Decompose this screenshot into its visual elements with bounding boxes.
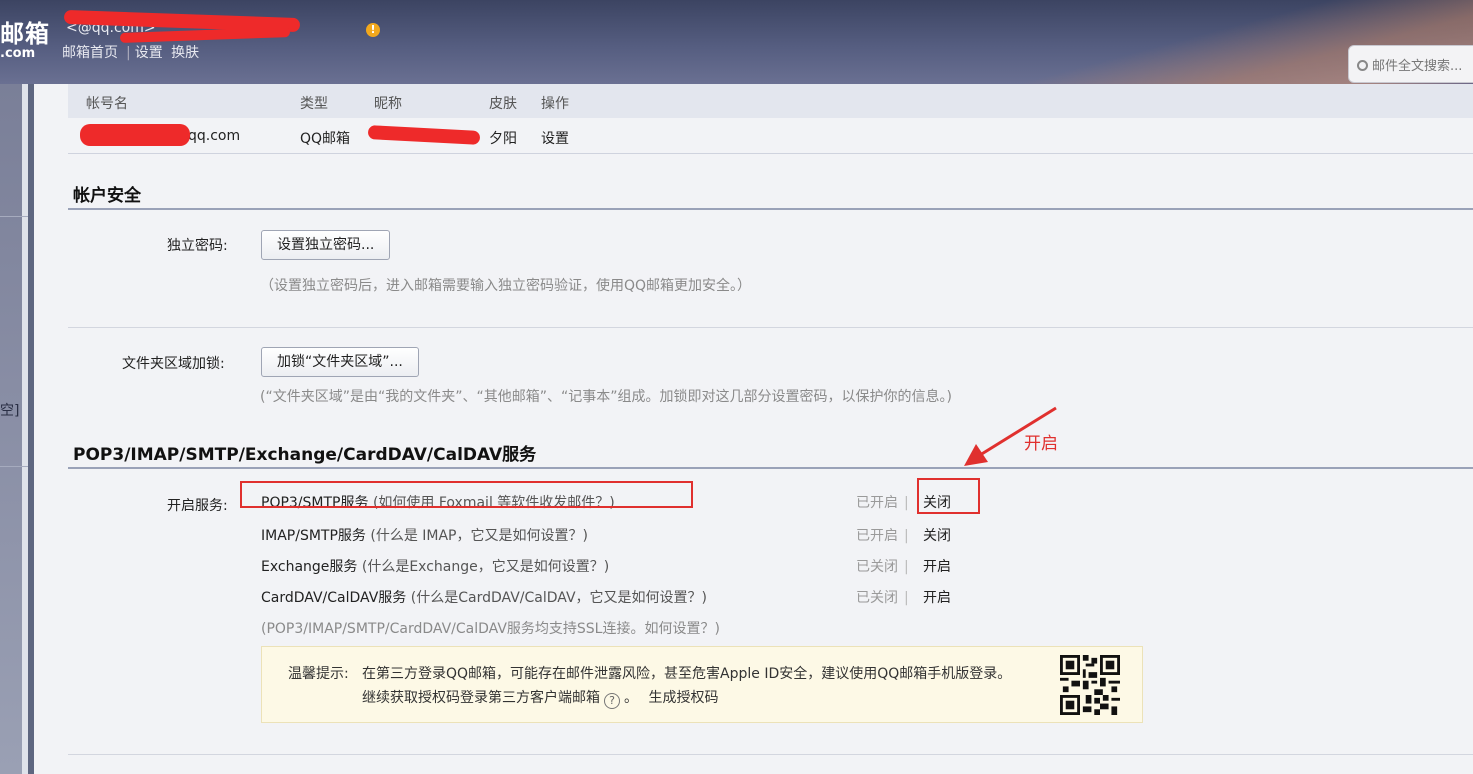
- service-exchange: Exchange服务 (什么是Exchange，它又是如何设置？): [261, 556, 609, 576]
- sidebar-divider: [0, 466, 28, 467]
- service-help-link[interactable]: (什么是CardDAV/CalDAV，它又是如何设置？): [411, 590, 707, 606]
- service-status: 已关闭 |: [856, 556, 915, 576]
- qr-code-icon: [1060, 655, 1120, 715]
- tip-line-1: 在第三方登录QQ邮箱，可能存在邮件泄露风险，甚至危害Apple ID安全，建议使…: [362, 666, 1012, 682]
- mail-search-input[interactable]: 邮件全文搜索...: [1348, 45, 1473, 83]
- top-nav: 邮箱首页 | 设置 换肤: [62, 42, 203, 62]
- service-name: CardDAV/CalDAV服务: [261, 590, 407, 606]
- folder-sidebar: 空]: [0, 84, 28, 774]
- status-text: 已开启: [856, 495, 898, 511]
- password-hint: （设置独立密码后，进入邮箱需要输入独立密码验证，使用QQ邮箱更加安全。）: [260, 278, 752, 294]
- sidebar-fragment[interactable]: 空]: [0, 400, 19, 420]
- col-skin: 皮肤: [489, 96, 517, 112]
- col-nickname: 昵称: [374, 96, 402, 112]
- status-divider: |: [904, 559, 909, 575]
- top-header: 邮箱 .com <@qq.com> ! 邮箱首页 | 设置 换肤 邮件全文搜索...: [0, 0, 1473, 84]
- exchange-toggle-link[interactable]: 开启: [923, 556, 951, 576]
- col-action: 操作: [541, 96, 569, 112]
- status-text: 已关闭: [856, 559, 898, 575]
- account-row: @qq.com QQ邮箱 夕阳 设置: [68, 118, 1473, 154]
- status-divider: |: [904, 495, 909, 511]
- account-settings-link[interactable]: 设置: [541, 128, 569, 148]
- section-divider: [68, 208, 1473, 210]
- service-carddav-caldav: CardDAV/CalDAV服务 (什么是CardDAV/CalDAV，它又是如…: [261, 587, 707, 607]
- status-divider: |: [904, 590, 909, 606]
- security-tip-box: 温馨提示: 在第三方登录QQ邮箱，可能存在邮件泄露风险，甚至危害Apple ID…: [261, 646, 1143, 723]
- col-account: 帐号名: [86, 96, 128, 112]
- section-divider: [68, 754, 1473, 755]
- service-help-link[interactable]: (什么是 IMAP，它又是如何设置？): [370, 528, 588, 544]
- nav-separator: |: [126, 45, 131, 61]
- folder-lock-button[interactable]: 加锁“文件夹区域”...: [261, 347, 419, 377]
- col-type: 类型: [300, 96, 328, 112]
- service-imap-smtp: IMAP/SMTP服务 (什么是 IMAP，它又是如何设置？): [261, 525, 588, 545]
- service-help-link[interactable]: (什么是Exchange，它又是如何设置？): [362, 559, 609, 575]
- service-name: Exchange服务: [261, 559, 358, 575]
- search-icon: [1357, 60, 1368, 71]
- help-icon[interactable]: ?: [604, 693, 620, 709]
- security-section-title: 帐户安全: [73, 186, 141, 206]
- annotation-arrow-icon: [964, 406, 1057, 466]
- section-divider: [68, 467, 1473, 469]
- section-divider: [68, 327, 1473, 328]
- tip-line-2: 继续获取授权码登录第三方客户端邮箱?。 生成授权码: [362, 687, 718, 709]
- logo[interactable]: 邮箱: [0, 14, 50, 49]
- redaction-mark: [80, 124, 190, 146]
- service-status: 已开启 |: [856, 492, 915, 512]
- nav-home-link[interactable]: 邮箱首页: [62, 45, 118, 61]
- service-status: 已关闭 |: [856, 587, 915, 607]
- ssl-note[interactable]: (POP3/IMAP/SMTP/CardDAV/CalDAV服务均支持SSL连接…: [261, 618, 720, 638]
- folder-lock-label: 文件夹区域加锁:: [122, 356, 225, 372]
- highlight-box-pop3: [240, 481, 693, 508]
- tip-label: 温馨提示:: [288, 666, 349, 682]
- imap-toggle-link[interactable]: 关闭: [923, 525, 951, 545]
- tip-line-2-text: 继续获取授权码登录第三方客户端邮箱: [362, 690, 600, 706]
- nav-skin-link[interactable]: 换肤: [171, 45, 199, 61]
- services-section-title: POP3/IMAP/SMTP/Exchange/CardDAV/CalDAV服务: [73, 445, 537, 465]
- search-placeholder: 邮件全文搜索...: [1372, 59, 1463, 74]
- tip-line-2-end: 。: [624, 690, 638, 706]
- caldav-toggle-link[interactable]: 开启: [923, 587, 951, 607]
- service-status: 已开启 |: [856, 525, 915, 545]
- warning-icon[interactable]: !: [366, 23, 380, 37]
- password-label: 独立密码:: [167, 238, 228, 254]
- settings-panel: 帐号名 类型 昵称 皮肤 操作 @qq.com QQ邮箱 夕阳 设置 帐户安全 …: [34, 84, 1473, 774]
- service-name: IMAP/SMTP服务: [261, 528, 366, 544]
- app-window: 邮箱 .com <@qq.com> ! 邮箱首页 | 设置 换肤 邮件全文搜索...…: [0, 0, 1473, 774]
- logo-domain: .com: [0, 46, 36, 61]
- services-label: 开启服务:: [167, 498, 228, 514]
- generate-auth-code-link[interactable]: 生成授权码: [648, 690, 718, 706]
- account-skin: 夕阳: [489, 131, 517, 147]
- folder-lock-hint: (“文件夹区域”是由“我的文件夹”、“其他邮箱”、“记事本”组成。加锁即对这几部…: [260, 389, 952, 405]
- highlight-box-close: [917, 478, 980, 514]
- account-type: QQ邮箱: [300, 131, 351, 147]
- status-text: 已开启: [856, 528, 898, 544]
- account-table-header: 帐号名 类型 昵称 皮肤 操作: [68, 84, 1473, 118]
- set-password-button[interactable]: 设置独立密码...: [261, 230, 391, 260]
- sidebar-divider: [0, 216, 28, 217]
- nav-settings-link[interactable]: 设置: [135, 45, 163, 61]
- status-divider: |: [904, 528, 909, 544]
- status-text: 已关闭: [856, 590, 898, 606]
